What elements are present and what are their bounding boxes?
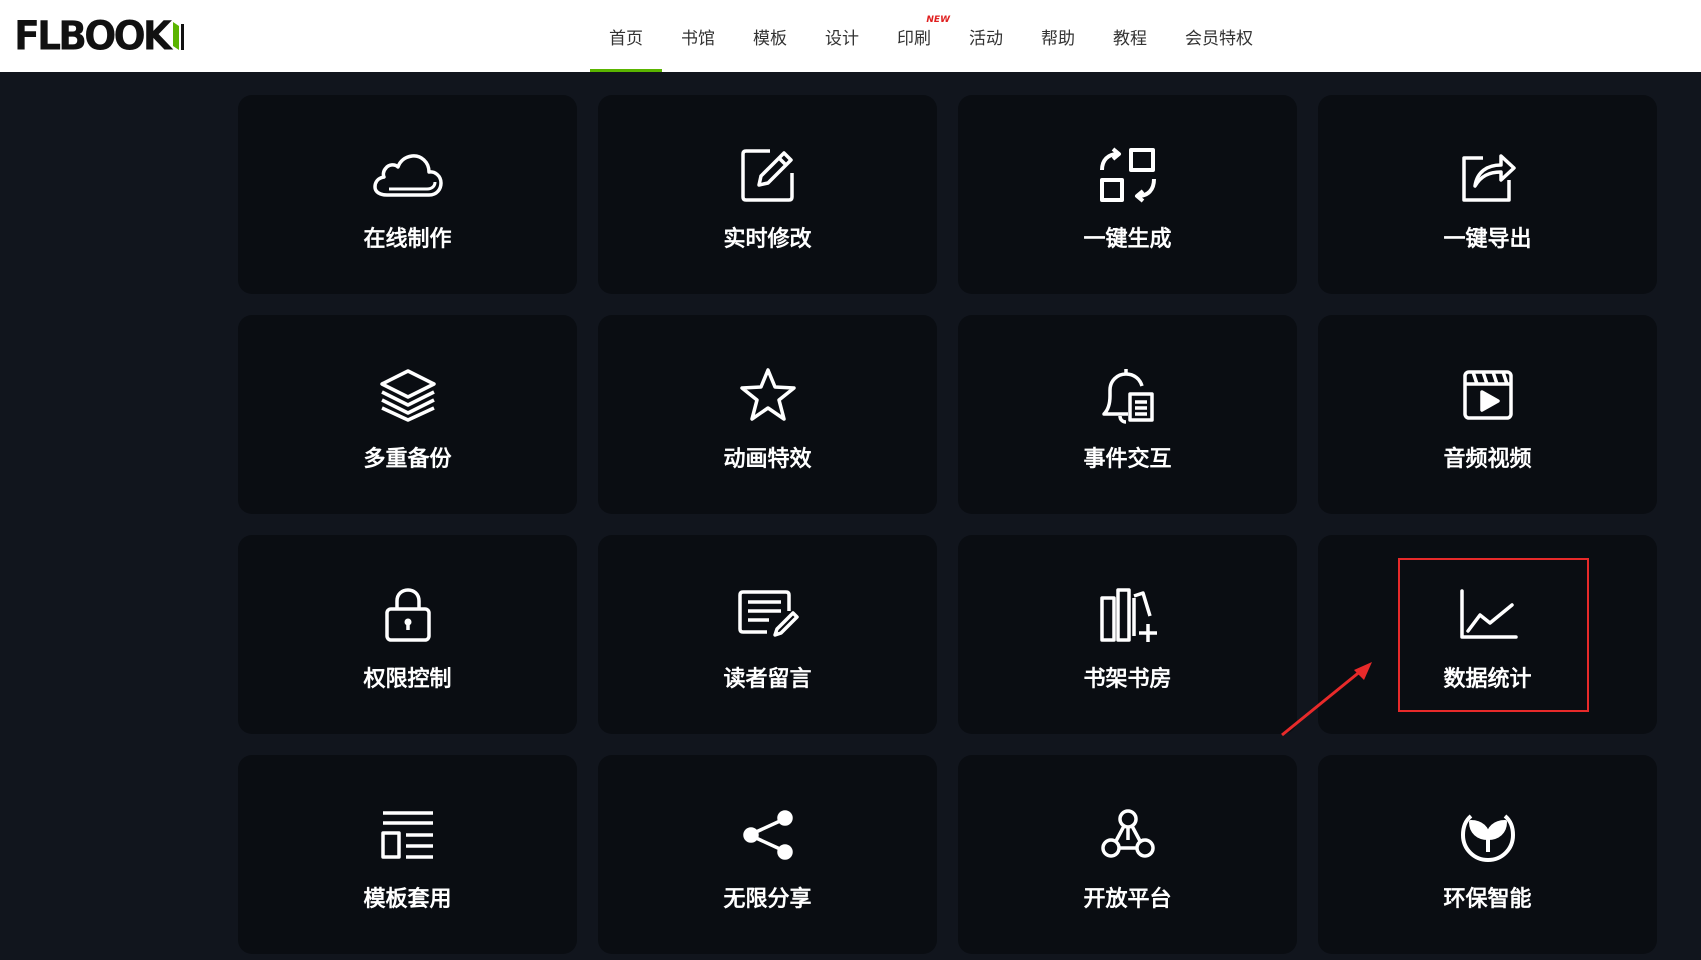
feature-label: 一键导出: [1443, 227, 1532, 252]
nav-label: 设计: [825, 28, 859, 49]
nav-label: 首页: [609, 28, 643, 49]
nav-item-templates[interactable]: 模板: [734, 0, 806, 72]
bell-doc-icon: [1092, 359, 1164, 431]
nav-item-home[interactable]: 首页: [590, 0, 662, 72]
feature-label: 模板套用: [363, 887, 452, 912]
feature-card-eco-smart[interactable]: 环保智能: [1318, 755, 1657, 954]
nav-label: 书馆: [681, 28, 715, 49]
share-icon: [732, 799, 804, 871]
feature-label: 动画特效: [723, 447, 812, 472]
feature-card-bookshelf[interactable]: 书架书房: [958, 535, 1297, 734]
flbook-logo[interactable]: FLBOOK: [14, 10, 185, 62]
top-navigation-bar: FLBOOK 首页 书馆 模板 设计 印刷 NEW 活动 帮助 教程 会员特权: [0, 0, 1701, 72]
video-icon: [1452, 359, 1524, 431]
nav-item-library[interactable]: 书馆: [662, 0, 734, 72]
nav-item-print[interactable]: 印刷 NEW: [878, 0, 950, 72]
edit-icon: [732, 139, 804, 211]
feature-card-multiple-backup[interactable]: 多重备份: [238, 315, 577, 514]
logo-text: FLBOOK: [14, 12, 172, 60]
feature-label: 一键生成: [1083, 227, 1172, 252]
feature-label: 音频视频: [1443, 447, 1532, 472]
eco-icon: [1452, 799, 1524, 871]
feature-card-one-click-generate[interactable]: 一键生成: [958, 95, 1297, 294]
lock-icon: [372, 579, 444, 651]
nav-label: 帮助: [1041, 28, 1075, 49]
nav-item-help[interactable]: 帮助: [1022, 0, 1094, 72]
layers-icon: [372, 359, 444, 431]
book-mark-icon: [171, 20, 185, 52]
feature-label: 实时修改: [723, 227, 812, 252]
feature-label: 书架书房: [1083, 667, 1172, 692]
feature-label: 在线制作: [363, 227, 452, 252]
feature-card-event-interaction[interactable]: 事件交互: [958, 315, 1297, 514]
cloud-icon: [372, 139, 444, 211]
nav-label: 会员特权: [1185, 28, 1253, 49]
export-icon: [1452, 139, 1524, 211]
network-icon: [1092, 799, 1164, 871]
main-nav: 首页 书馆 模板 设计 印刷 NEW 活动 帮助 教程 会员特权: [590, 0, 1272, 72]
feature-card-permission-control[interactable]: 权限控制: [238, 535, 577, 734]
feature-grid: 在线制作 实时修改 一键生成 一键导出 多重备份 动画特效 事件交互 音频视频 …: [238, 95, 1658, 954]
new-badge: NEW: [926, 15, 950, 25]
feature-label: 开放平台: [1083, 887, 1172, 912]
nav-item-tutorials[interactable]: 教程: [1094, 0, 1166, 72]
star-icon: [732, 359, 804, 431]
nav-item-membership[interactable]: 会员特权: [1166, 0, 1272, 72]
chart-icon: [1452, 579, 1524, 651]
generate-icon: [1092, 139, 1164, 211]
nav-item-events[interactable]: 活动: [950, 0, 1022, 72]
nav-item-design[interactable]: 设计: [806, 0, 878, 72]
feature-label: 读者留言: [723, 667, 812, 692]
feature-card-template-apply[interactable]: 模板套用: [238, 755, 577, 954]
feature-card-unlimited-share[interactable]: 无限分享: [598, 755, 937, 954]
feature-card-audio-video[interactable]: 音频视频: [1318, 315, 1657, 514]
comment-icon: [732, 579, 804, 651]
feature-label: 多重备份: [363, 447, 452, 472]
nav-label: 教程: [1113, 28, 1147, 49]
nav-label: 印刷: [897, 28, 931, 49]
feature-card-reader-comments[interactable]: 读者留言: [598, 535, 937, 734]
feature-label: 权限控制: [363, 667, 452, 692]
feature-card-one-click-export[interactable]: 一键导出: [1318, 95, 1657, 294]
feature-card-online-create[interactable]: 在线制作: [238, 95, 577, 294]
feature-label: 事件交互: [1083, 447, 1172, 472]
feature-card-animation-effects[interactable]: 动画特效: [598, 315, 937, 514]
nav-label: 模板: [753, 28, 787, 49]
bookshelf-icon: [1092, 579, 1164, 651]
feature-card-open-platform[interactable]: 开放平台: [958, 755, 1297, 954]
feature-card-data-statistics[interactable]: 数据统计: [1318, 535, 1657, 734]
feature-label: 无限分享: [723, 887, 812, 912]
feature-label: 环保智能: [1443, 887, 1532, 912]
template-icon: [372, 799, 444, 871]
feature-label: 数据统计: [1443, 667, 1532, 692]
nav-label: 活动: [969, 28, 1003, 49]
feature-card-realtime-edit[interactable]: 实时修改: [598, 95, 937, 294]
